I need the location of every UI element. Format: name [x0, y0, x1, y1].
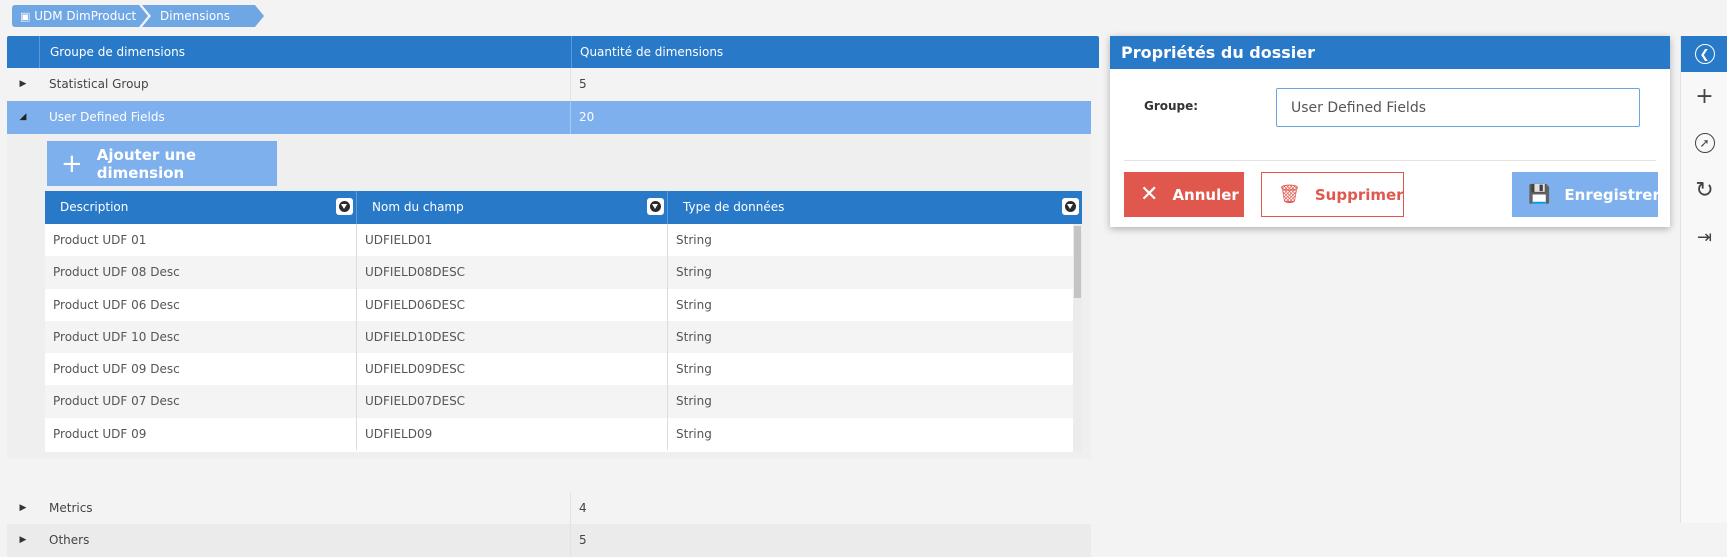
add-button[interactable]: + — [1681, 78, 1727, 114]
column-header-count[interactable]: Quantité de dimensions — [572, 36, 1099, 68]
save-button[interactable]: 💾 Enregistrer — [1512, 172, 1660, 217]
dimension-groups-grid: Groupe de dimensions Quantité de dimensi… — [7, 36, 1099, 557]
expand-arrow-icon[interactable]: ▶ — [7, 524, 39, 557]
plus-icon: + — [1695, 83, 1714, 109]
add-dimension-label: Ajouter une dimension — [96, 145, 197, 182]
table-row[interactable]: ▶ Metrics 4 — [7, 492, 1091, 525]
compass-icon: ➚ — [1694, 133, 1715, 153]
cell-description: Product UDF 09 Desc — [45, 353, 357, 386]
group-name: Metrics — [39, 492, 571, 525]
filter-icon[interactable] — [336, 198, 353, 215]
column-header-label: Type de données — [683, 200, 785, 214]
divider — [1124, 160, 1656, 161]
cell-field-name: UDFIELD10DESC — [357, 320, 668, 354]
table-row[interactable]: Product UDF 07 Desc UDFIELD07DESC String — [45, 385, 1082, 418]
expand-column-header — [7, 36, 40, 68]
cancel-button[interactable]: ✕ Annuler — [1124, 172, 1244, 217]
filter-icon[interactable] — [647, 198, 664, 215]
group-name-input[interactable] — [1276, 88, 1640, 127]
cell-field-name: UDFIELD09 — [357, 417, 668, 451]
cell-field-name: UDFIELD01 — [357, 224, 668, 257]
cell-description: Product UDF 10 Desc — [45, 320, 357, 354]
back-button[interactable]: ❮ — [1681, 36, 1727, 72]
cell-data-type: String — [676, 297, 712, 312]
column-header-data-type[interactable]: Type de données — [668, 191, 1082, 224]
table-row-selected[interactable]: ◢ User Defined Fields 20 — [7, 101, 1091, 134]
delete-label: Supprimer — [1314, 185, 1404, 204]
panel-title: Propriétés du dossier — [1110, 36, 1670, 69]
breadcrumb-label: UDM DimProduct — [34, 9, 137, 23]
group-count: 20 — [579, 110, 595, 124]
cell-description: Product UDF 01 — [45, 224, 357, 257]
dimensions-subgrid: Description Nom du champ Type de données… — [45, 191, 1082, 452]
table-row[interactable]: Product UDF 09 UDFIELD09 String — [45, 417, 1082, 451]
close-icon: ✕ — [1140, 182, 1159, 207]
expand-arrow-icon[interactable]: ▶ — [7, 492, 39, 525]
breadcrumb-item-udm-dimproduct[interactable]: ▣ UDM DimProduct — [12, 5, 148, 27]
plus-icon: + — [61, 148, 83, 179]
cell-data-type: String — [676, 265, 712, 280]
column-header-description[interactable]: Description — [45, 191, 357, 224]
breadcrumb-label: Dimensions — [160, 9, 231, 23]
group-label: Groupe: — [1144, 99, 1199, 113]
folder-properties-panel: Propriétés du dossier Groupe: ✕ Annuler … — [1110, 36, 1670, 227]
save-icon: 💾 — [1528, 184, 1551, 205]
cell-description: Product UDF 06 Desc — [45, 288, 357, 321]
add-dimension-button[interactable]: + Ajouter une dimension — [47, 141, 277, 186]
subgrid-header: Description Nom du champ Type de données — [45, 191, 1082, 224]
column-header-label: Description — [60, 200, 129, 214]
table-row[interactable]: ▶ Statistical Group 5 — [7, 68, 1091, 101]
group-name: Statistical Group — [39, 68, 571, 101]
cancel-label: Annuler — [1172, 185, 1239, 204]
column-header-group[interactable]: Groupe de dimensions — [40, 36, 572, 68]
logout-icon: ⇥ — [1696, 226, 1713, 248]
column-header-label: Nom du champ — [372, 200, 464, 214]
expand-arrow-icon[interactable]: ▶ — [7, 68, 39, 101]
table-row[interactable]: Product UDF 01 UDFIELD01 String — [45, 224, 1082, 257]
group-count: 5 — [579, 533, 587, 547]
breadcrumb-item-dimensions[interactable]: Dimensions — [142, 5, 264, 27]
cell-field-name: UDFIELD07DESC — [357, 385, 668, 418]
cell-field-name: UDFIELD06DESC — [357, 288, 668, 321]
table-row[interactable]: Product UDF 09 Desc UDFIELD09DESC String — [45, 353, 1082, 386]
refresh-icon: ↻ — [1695, 177, 1714, 203]
cell-field-name: UDFIELD08DESC — [357, 256, 668, 289]
delete-button[interactable]: 🗑 Supprimer — [1261, 172, 1404, 217]
cell-data-type: String — [676, 426, 712, 441]
cell-data-type: String — [676, 329, 712, 344]
group-name: User Defined Fields — [39, 101, 571, 134]
cell-data-type: String — [676, 362, 712, 377]
navigate-button[interactable]: ➚ — [1681, 125, 1727, 161]
cell-data-type: String — [676, 233, 712, 247]
right-toolbar: ❮ + ➚ ↻ ⇥ — [1680, 36, 1727, 523]
cell-data-type: String — [676, 394, 712, 409]
filter-icon[interactable] — [1062, 198, 1079, 215]
save-label: Enregistrer — [1564, 185, 1660, 204]
logout-button[interactable]: ⇥ — [1681, 219, 1727, 255]
cube-icon: ▣ — [20, 10, 31, 23]
cell-description: Product UDF 08 Desc — [45, 256, 357, 289]
cell-field-name: UDFIELD09DESC — [357, 353, 668, 386]
vertical-scrollbar[interactable] — [1073, 224, 1082, 452]
table-row[interactable]: Product UDF 08 Desc UDFIELD08DESC String — [45, 256, 1082, 289]
column-header-field-name[interactable]: Nom du champ — [357, 191, 668, 224]
back-icon: ❮ — [1694, 44, 1715, 64]
trash-icon: 🗑 — [1278, 184, 1301, 205]
cell-description: Product UDF 09 — [45, 417, 357, 451]
group-detail-panel: + Ajouter une dimension Description Nom … — [7, 134, 1091, 459]
grid-header: Groupe de dimensions Quantité de dimensi… — [7, 36, 1099, 68]
table-row[interactable]: Product UDF 06 Desc UDFIELD06DESC String — [45, 288, 1082, 321]
group-count: 5 — [579, 77, 587, 91]
refresh-button[interactable]: ↻ — [1681, 172, 1727, 208]
group-count: 4 — [579, 501, 587, 515]
cell-description: Product UDF 07 Desc — [45, 385, 357, 418]
collapse-arrow-icon[interactable]: ◢ — [7, 101, 39, 134]
table-row[interactable]: Product UDF 10 Desc UDFIELD10DESC String — [45, 320, 1082, 354]
scrollbar-thumb[interactable] — [1074, 226, 1081, 298]
table-row[interactable]: ▶ Others 5 — [7, 524, 1091, 557]
group-name: Others — [39, 524, 571, 557]
